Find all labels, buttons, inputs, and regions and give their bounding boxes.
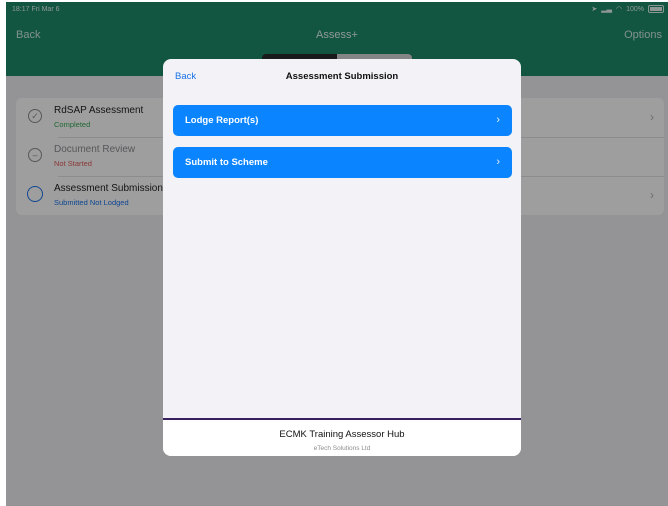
submission-modal: Back Assessment Submission Lodge Report(… [163,59,521,456]
lodge-reports-button[interactable]: Lodge Report(s) › [173,105,512,136]
button-label: Submit to Scheme [185,157,268,168]
submit-to-scheme-button[interactable]: Submit to Scheme › [173,147,512,178]
button-label: Lodge Report(s) [185,115,259,126]
modal-title: Assessment Submission [285,71,399,82]
chevron-right-icon: › [496,156,500,168]
ipad-screen: 18:17 Fri Mar 6 ➤ ▂▃ ◠ 100% Back Assess+… [6,2,668,506]
chevron-right-icon: › [496,114,500,126]
org-name: ECMK Training Assessor Hub [279,429,405,440]
footer-divider [163,418,521,420]
company-name: eTech Solutions Ltd [313,445,371,452]
